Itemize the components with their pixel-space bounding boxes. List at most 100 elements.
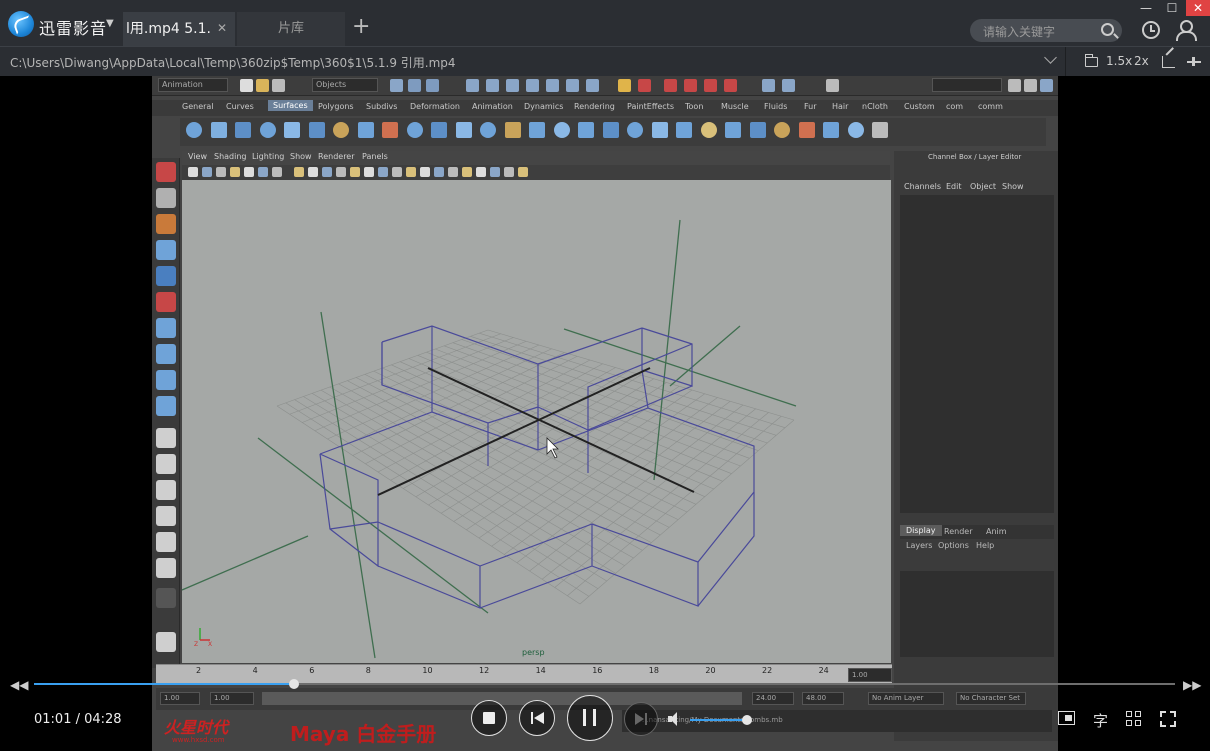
viewport-tool-icon: [258, 167, 268, 177]
timeline-tick-label: 16: [592, 666, 603, 675]
user-icon[interactable]: [1175, 20, 1197, 41]
shelf-tool-icon: [553, 122, 570, 138]
subtitle-button[interactable]: 字: [1093, 710, 1108, 731]
panel-toggle-icon: [826, 79, 839, 92]
tab-library[interactable]: 片库: [237, 12, 345, 46]
viewport-tool-icon: [378, 167, 388, 177]
viewport-tool-icon: [518, 167, 528, 177]
grid-line: [461, 339, 768, 444]
history-icon[interactable]: [1142, 21, 1160, 39]
select-mode-icon: [408, 79, 421, 92]
select-mode-icon: [426, 79, 439, 92]
maya-input-field: [932, 78, 1002, 92]
axis-line: [669, 325, 741, 387]
anim-layer-field: No Anim Layer: [868, 692, 944, 705]
viewport-tool-icon: [294, 167, 304, 177]
file-path-field[interactable]: C:\Users\Diwang\AppData\Local\Temp\360zi…: [0, 47, 1066, 76]
close-button[interactable]: ✕: [1186, 0, 1210, 16]
search-box[interactable]: 请输入关键字: [970, 19, 1122, 42]
shelf-tool-icon: [480, 122, 496, 138]
volume-slider[interactable]: [690, 715, 752, 725]
layer-tabs: Display Render Anim: [900, 525, 1054, 539]
watermark-logo: 火星时代: [164, 718, 229, 737]
seek-forward-icon[interactable]: ▶▶: [1183, 678, 1201, 692]
maya-tool-icon: [156, 240, 176, 260]
viewport-tool-icon: [230, 167, 240, 177]
axis-line: [181, 535, 309, 591]
channel-box-panel: Channel Box / Layer Editor Channels Edit O…: [894, 151, 1058, 741]
shelf-tool-icon: [382, 122, 398, 138]
shelf-tab-painteffects: PaintEffects: [627, 102, 674, 111]
axis-line: [320, 311, 376, 659]
maya-status-line: Animation Objects: [152, 76, 1058, 96]
shelf-tab-general: General: [182, 102, 214, 111]
previous-button[interactable]: [519, 700, 555, 736]
maya-tool-icon: [156, 396, 176, 416]
wireframe-edge: [377, 565, 481, 609]
viewport-tool-icon: [322, 167, 332, 177]
wireframe-edge: [587, 343, 693, 431]
viewport-tool-icon: [350, 167, 360, 177]
axis-line: [257, 437, 489, 614]
grid-line: [443, 345, 750, 459]
shelf-tool-icon: [529, 122, 545, 138]
add-tab-icon[interactable]: +: [352, 14, 370, 39]
minimize-button[interactable]: —: [1134, 0, 1158, 16]
playback-speed-button[interactable]: 1.5x: [1106, 54, 1132, 68]
mini-mode-icon[interactable]: [1162, 56, 1175, 68]
pause-button[interactable]: [567, 695, 613, 741]
app-brand[interactable]: 迅雷影音: [39, 15, 107, 39]
tab-close-icon[interactable]: ✕: [217, 21, 227, 35]
path-dropdown-chevron-icon[interactable]: [1044, 51, 1057, 64]
new-scene-icon: [240, 79, 253, 92]
layer-tab-display: Display: [900, 525, 942, 536]
progress-bar[interactable]: [34, 679, 1175, 689]
maya-time-slider: 2 4 6 8 10 12 14 16 18 20 22 24: [156, 664, 892, 684]
viewport-tool-icon: [272, 167, 282, 177]
maya-mode-dropdown: Animation: [158, 78, 228, 92]
maya-command-line: ...nansanking/My Documents/combs.mb: [622, 710, 1052, 732]
layer-tab-render: Render: [944, 527, 973, 536]
layer-menu-options: Options: [938, 541, 969, 550]
shelf-tool-icon: [627, 122, 643, 138]
volume-handle[interactable]: [742, 715, 752, 725]
ground-grid: [276, 329, 795, 605]
maya-tool-icon: [156, 370, 176, 390]
layer-menu-help: Help: [976, 541, 995, 550]
viewport-scene: Z X: [181, 219, 797, 659]
open-folder-icon[interactable]: [1085, 54, 1098, 67]
snap-icon: [526, 79, 539, 92]
grid-line: [426, 351, 732, 474]
maya-tool-icon: [156, 188, 176, 208]
xunlei-logo-icon[interactable]: [8, 11, 34, 37]
maya-shelf: [180, 118, 1046, 146]
search-input[interactable]: 请输入关键字: [983, 23, 1055, 40]
search-icon[interactable]: [1101, 23, 1114, 36]
render-icon: [684, 79, 697, 92]
brand-menu-caret-icon[interactable]: ▼: [106, 18, 114, 29]
shelf-tab-deformation: Deformation: [410, 102, 460, 111]
viewport-tool-icon: [434, 167, 444, 177]
snap-icon: [546, 79, 559, 92]
render-icon: [638, 79, 651, 92]
shelf-tool-icon: [774, 122, 790, 138]
shelf-tab-dynamics: Dynamics: [524, 102, 564, 111]
maximize-button[interactable]: ☐: [1160, 0, 1184, 16]
svg-text:Z: Z: [194, 641, 198, 648]
next-button[interactable]: [624, 702, 658, 736]
wireframe-edge: [641, 369, 649, 409]
shelf-tool-icon: [431, 122, 447, 138]
volume-icon[interactable]: [668, 712, 684, 726]
progress-fill: [34, 683, 295, 685]
timeline-tick-label: 24: [818, 666, 829, 675]
playlist-grid-icon[interactable]: [1126, 711, 1142, 727]
fullscreen-icon[interactable]: [1160, 711, 1176, 727]
video-frame[interactable]: Animation Objects General Curves Surfaces P…: [152, 76, 1058, 751]
pin-on-top-icon[interactable]: [1187, 55, 1201, 69]
shelf-tab-com: com: [946, 102, 964, 111]
zoom-button[interactable]: 2x: [1134, 54, 1149, 68]
picture-in-picture-icon[interactable]: [1058, 711, 1075, 725]
viewport-camera-label: persp: [522, 648, 545, 657]
seek-backward-icon[interactable]: ◀◀: [10, 678, 28, 692]
stop-button[interactable]: [471, 700, 507, 736]
